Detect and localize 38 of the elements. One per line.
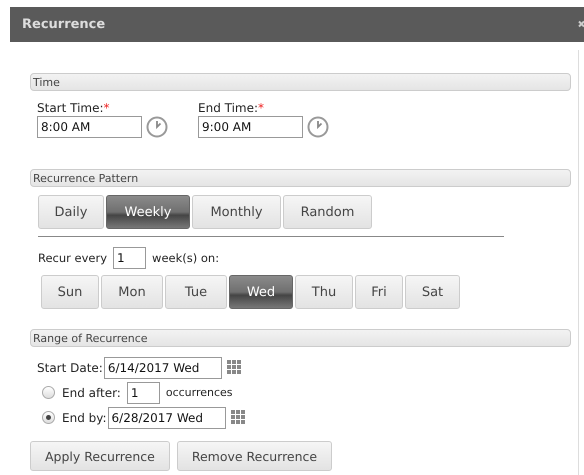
clock-icon[interactable] — [307, 116, 329, 138]
section-header: Time — [30, 73, 571, 91]
day-toggle[interactable]: Fri — [355, 275, 403, 309]
field-label: Start Time:* — [37, 101, 110, 115]
action-button[interactable]: Remove Recurrence — [176, 441, 332, 471]
occurrences-field[interactable]: 1 — [126, 382, 160, 404]
day-toggle[interactable]: Thu — [295, 275, 353, 309]
radio-button[interactable] — [42, 411, 55, 424]
pattern-tab[interactable]: Daily — [38, 195, 104, 229]
section-header: Range of Recurrence — [30, 329, 571, 347]
start-date-label: Start Date: — [37, 360, 103, 374]
date-field[interactable]: 6/14/2017 Wed — [104, 356, 222, 378]
section-header: Recurrence Pattern — [30, 169, 571, 187]
close-icon[interactable] — [578, 20, 584, 29]
calendar-icon[interactable] — [230, 410, 246, 425]
radio-button[interactable] — [42, 386, 55, 399]
pattern-tab[interactable]: Weekly — [106, 195, 190, 229]
recur-suffix: week(s) on: — [152, 251, 220, 265]
clock-icon[interactable] — [146, 116, 168, 138]
day-toggle[interactable]: Wed — [229, 275, 293, 309]
day-toggle[interactable]: Tue — [165, 275, 227, 309]
field-label: End Time:* — [198, 101, 264, 115]
day-toggle[interactable]: Sat — [405, 275, 460, 309]
pattern-tab[interactable]: Monthly — [192, 195, 281, 229]
action-button[interactable]: Apply Recurrence — [30, 441, 170, 471]
window-title: Recurrence — [22, 17, 106, 32]
pattern-tab[interactable]: Random — [283, 195, 372, 229]
occurrences-label: occurrences — [166, 386, 233, 399]
recur-label: Recur every — [38, 251, 108, 265]
date-field[interactable]: 6/28/2017 Wed — [108, 406, 226, 428]
day-toggle[interactable]: Sun — [41, 275, 99, 309]
day-toggle[interactable]: Mon — [101, 275, 163, 309]
time-field[interactable]: 9:00 AM — [198, 116, 303, 138]
time-field[interactable]: 8:00 AM — [37, 116, 142, 138]
calendar-icon[interactable] — [226, 360, 242, 375]
option-label: End by: — [62, 410, 107, 424]
option-label: End after: — [62, 386, 121, 400]
interval-field[interactable]: 1 — [113, 247, 146, 269]
